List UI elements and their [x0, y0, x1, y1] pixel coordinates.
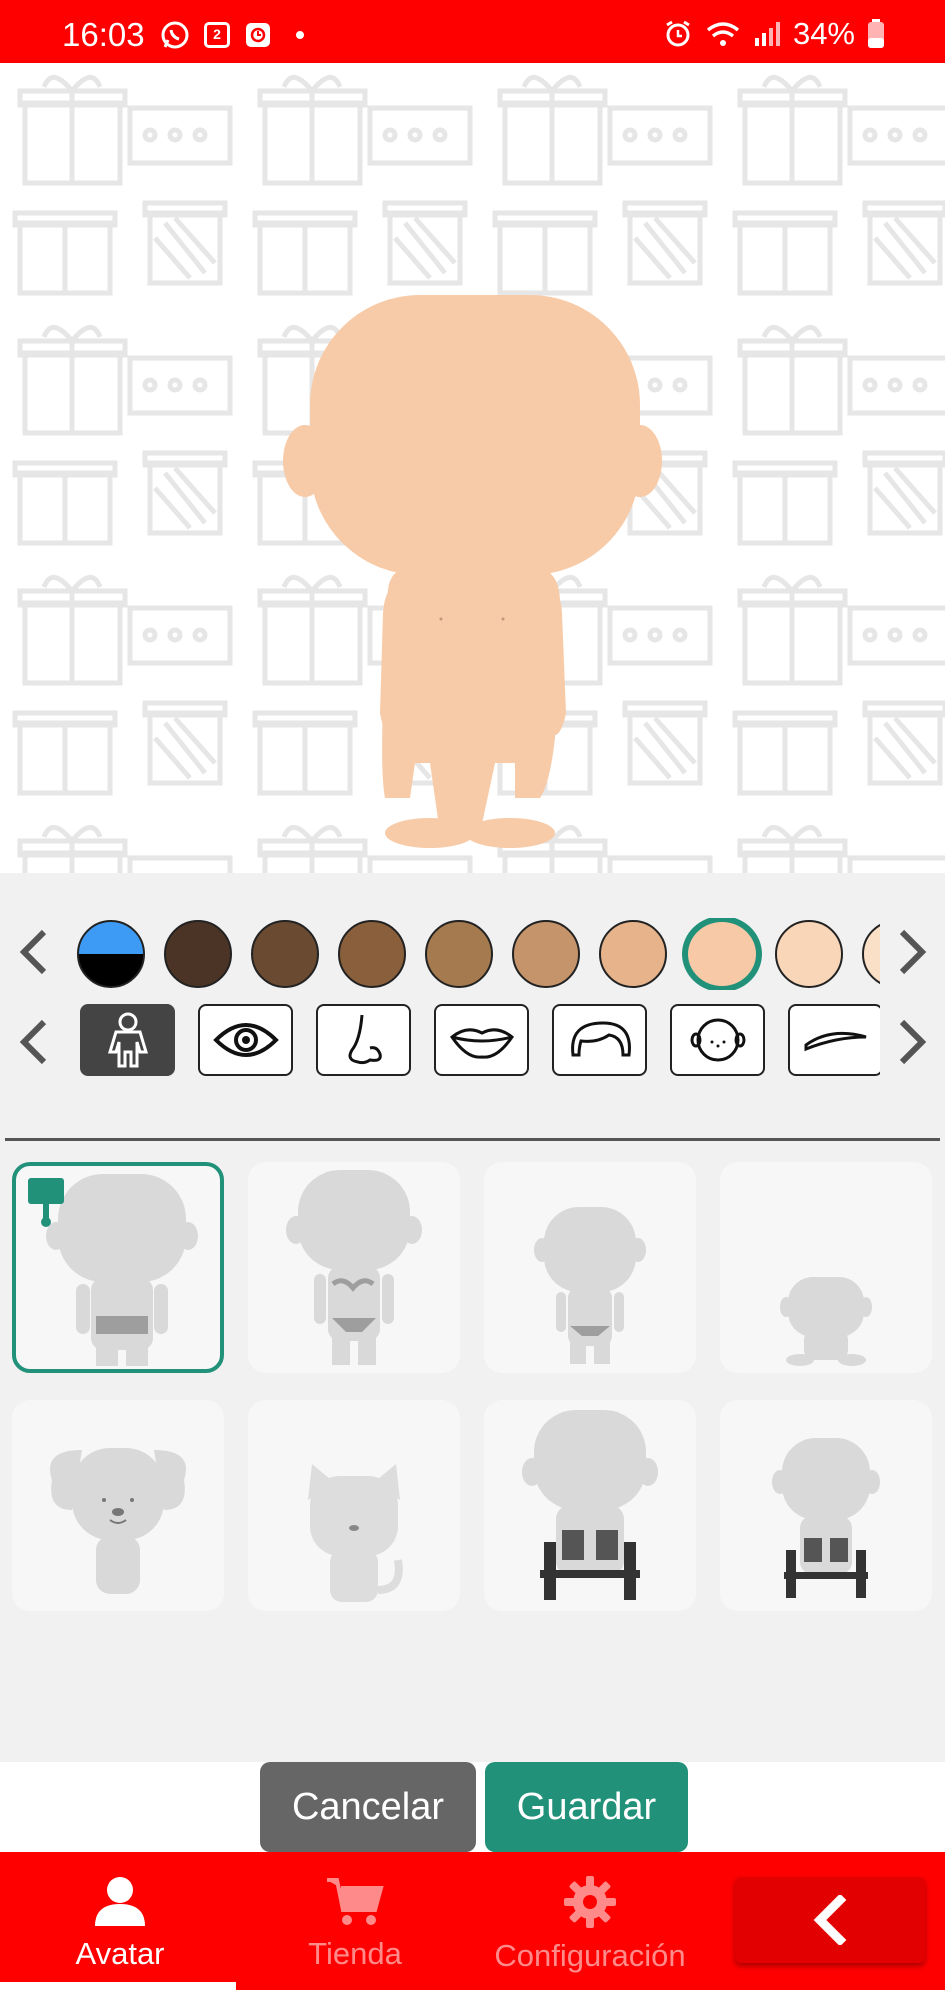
- dog-figure: [50, 1448, 186, 1594]
- parts-next-icon[interactable]: [892, 1012, 932, 1072]
- hair-icon: [570, 1021, 631, 1057]
- more-notifications-dot: [296, 31, 304, 39]
- status-notification-icons: 2: [160, 20, 304, 50]
- cancel-button[interactable]: Cancelar: [260, 1762, 476, 1852]
- action-bar: Cancelar Guardar: [0, 1762, 945, 1852]
- body-option-dog[interactable]: [12, 1400, 224, 1611]
- lips-icon: [449, 1028, 514, 1059]
- body-option-cat[interactable]: [248, 1400, 460, 1611]
- part-category-list: [80, 1004, 880, 1078]
- avatar-figure: [283, 295, 662, 848]
- back-button[interactable]: [735, 1877, 925, 1963]
- nav-active-indicator: [0, 1982, 236, 1990]
- category-eyebrows-button[interactable]: [788, 1004, 880, 1076]
- nav-avatar-label: Avatar: [75, 1936, 165, 1971]
- calendar-icon: 2: [204, 22, 230, 48]
- skin-colors-prev-icon[interactable]: [14, 922, 54, 982]
- alarm-icon: [666, 20, 690, 47]
- skin-swatch-selected[interactable]: [682, 918, 762, 990]
- avatar-preview-stage: [0, 63, 945, 873]
- skin-swatch-blue[interactable]: [77, 920, 145, 988]
- category-eyes-button[interactable]: [198, 1004, 293, 1076]
- status-time: 16:03: [62, 16, 145, 53]
- body-option-child[interactable]: [484, 1162, 696, 1373]
- wifi-icon: [706, 22, 740, 46]
- body-option-wheelchair-child[interactable]: [720, 1400, 932, 1611]
- body-option-baby[interactable]: [720, 1162, 932, 1373]
- panel-divider: [5, 1138, 940, 1141]
- battery-percent: 34%: [792, 16, 855, 51]
- skin-swatch[interactable]: [425, 920, 493, 988]
- skin-swatch[interactable]: [775, 920, 843, 988]
- clock-app-icon: [246, 23, 270, 47]
- skin-color-list: [77, 918, 880, 990]
- skin-swatch[interactable]: [512, 920, 580, 988]
- cart-icon: [327, 1878, 384, 1925]
- save-button[interactable]: Guardar: [485, 1762, 688, 1852]
- category-face-button[interactable]: [670, 1004, 765, 1076]
- gear-icon: [564, 1876, 616, 1928]
- body-option-boy[interactable]: [12, 1162, 224, 1373]
- chevron-left-icon: [813, 1895, 847, 1945]
- parts-prev-icon[interactable]: [14, 1012, 54, 1072]
- nav-settings-label: Configuración: [494, 1938, 686, 1973]
- eye-icon: [212, 1023, 279, 1057]
- skin-swatch[interactable]: [251, 920, 319, 988]
- body-option-wheelchair-adult[interactable]: [484, 1400, 696, 1611]
- body-icon: [107, 1012, 148, 1068]
- nav-store[interactable]: Tienda: [280, 1852, 430, 1990]
- skin-swatch[interactable]: [164, 920, 232, 988]
- skin-colors-next-icon[interactable]: [892, 922, 932, 982]
- paint-roller-icon: [28, 1178, 64, 1227]
- category-hair-button[interactable]: [552, 1004, 647, 1076]
- nose-icon: [348, 1014, 382, 1065]
- nav-settings[interactable]: Configuración: [490, 1852, 690, 1990]
- status-system-icons: 34%: [663, 16, 885, 52]
- category-lips-button[interactable]: [434, 1004, 529, 1076]
- signal-icon: [754, 22, 780, 46]
- nav-avatar[interactable]: Avatar: [40, 1852, 200, 1990]
- category-body-button[interactable]: [80, 1004, 175, 1076]
- child-figure: [534, 1207, 646, 1364]
- eyebrow-icon: [804, 1031, 866, 1052]
- wheelchair-child-figure: [772, 1438, 880, 1598]
- category-nose-button[interactable]: [316, 1004, 411, 1076]
- face-icon: [690, 1018, 745, 1062]
- nav-store-label: Tienda: [308, 1936, 402, 1971]
- status-bar: 16:03 2 34%: [0, 0, 945, 63]
- avatar-icon: [95, 1877, 145, 1926]
- cat-figure: [308, 1464, 403, 1602]
- body-option-girl[interactable]: [248, 1162, 460, 1373]
- wheelchair-adult-figure: [522, 1410, 658, 1600]
- battery-icon: [868, 19, 884, 48]
- skin-swatch[interactable]: [338, 920, 406, 988]
- whatsapp-icon: [161, 21, 189, 49]
- skin-swatch[interactable]: [599, 920, 667, 988]
- girl-figure: [286, 1170, 422, 1365]
- baby-figure: [780, 1277, 872, 1366]
- skin-swatch[interactable]: [862, 920, 880, 988]
